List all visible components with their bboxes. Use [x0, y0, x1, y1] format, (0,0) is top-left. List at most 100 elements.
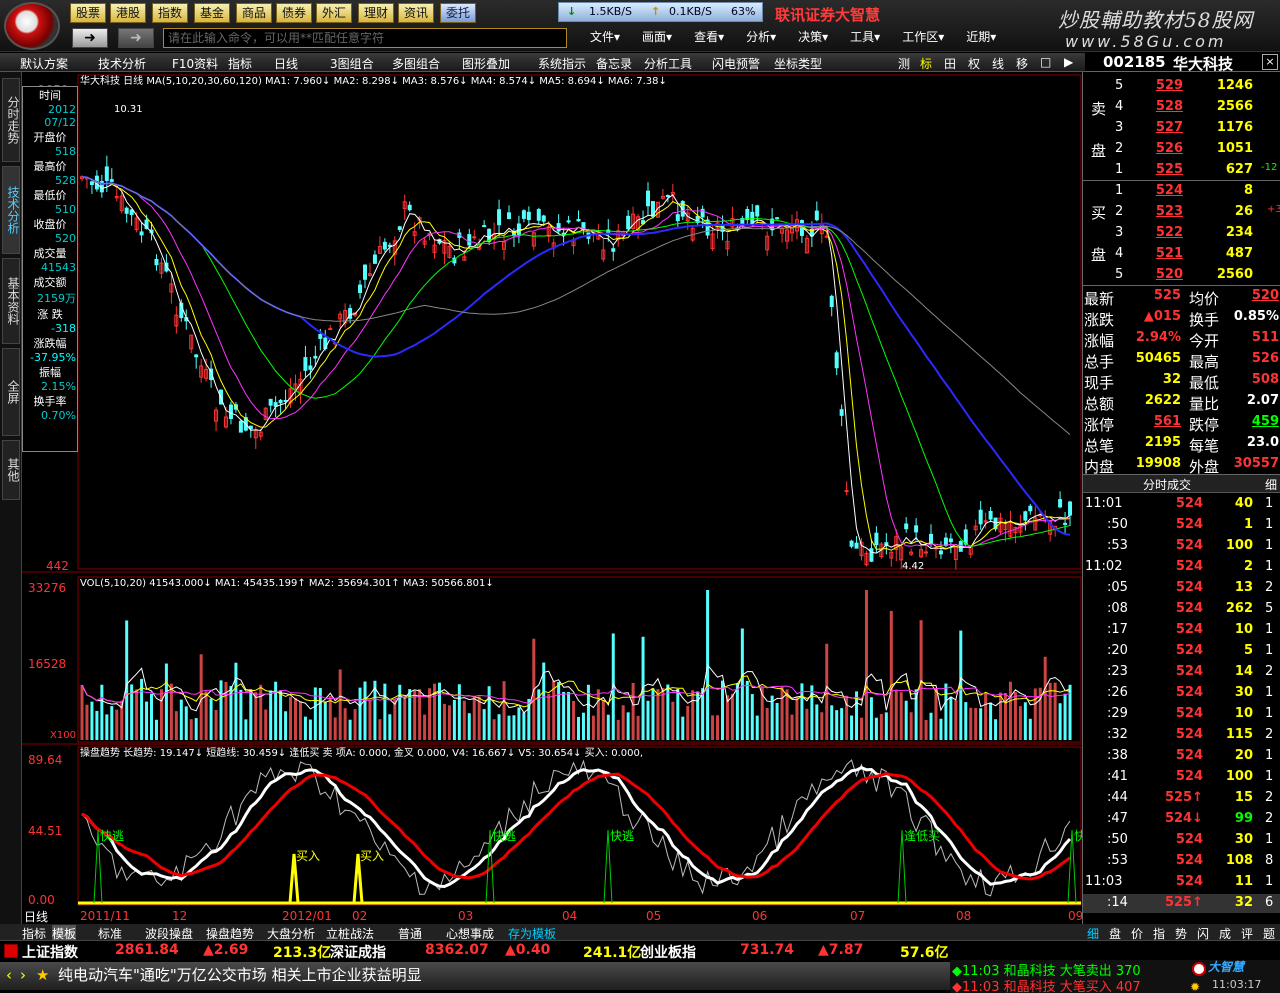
- function-item-6[interactable]: 多图组合: [392, 55, 440, 72]
- tick-vol-3: 2: [1243, 559, 1253, 574]
- sh-index-name[interactable]: 上证指数: [22, 942, 78, 962]
- chart-tool-icon-4[interactable]: 线: [992, 55, 1004, 72]
- function-item-4[interactable]: 日线: [274, 55, 298, 72]
- forward-button[interactable]: ➜: [118, 28, 154, 48]
- function-item-11[interactable]: 闪电预警: [712, 55, 760, 72]
- menu-item-7[interactable]: 近期▾: [966, 28, 996, 48]
- function-item-9[interactable]: 备忘录: [596, 55, 632, 72]
- chart-tool-icon-7[interactable]: ▶: [1064, 55, 1073, 69]
- chart-tool-icon-5[interactable]: 移: [1016, 55, 1028, 72]
- market-button-1[interactable]: 港股: [110, 3, 146, 23]
- tick-price-16: 524: [1175, 832, 1203, 847]
- function-item-5[interactable]: 3图组合: [330, 55, 374, 72]
- menu-item-2[interactable]: 查看▾: [694, 28, 724, 48]
- candle-body: [745, 209, 750, 220]
- left-tab-1[interactable]: 技术分析: [2, 166, 20, 254]
- sh-index-change: ▲2.69: [203, 942, 249, 958]
- volume-bar: [770, 695, 774, 740]
- tick-vol-16: 30: [1234, 832, 1253, 847]
- chart-tool-icon-2[interactable]: 田: [944, 55, 956, 72]
- left-tab-0[interactable]: 分时走势: [2, 78, 20, 162]
- ticker-next-icon[interactable]: ›: [20, 962, 26, 988]
- main-menu: 文件▾ 画面▾ 查看▾ 分析▾ 决策▾ 工具▾ 工作区▾ 近期▾: [590, 28, 1018, 48]
- volume-bar: [929, 712, 933, 740]
- buy-vol-1: 26: [1234, 204, 1253, 219]
- chart-area[interactable]: 华大科技 日线 MA(5,10,20,30,60,120) MA1: 7.960…: [22, 72, 1098, 927]
- candle-body: [755, 205, 760, 217]
- function-item-1[interactable]: 技术分析: [98, 55, 146, 72]
- kline-chart-svg[interactable]: 华大科技 日线 MA(5,10,20,30,60,120) MA1: 7.960…: [22, 72, 1098, 927]
- star-icon: ★: [36, 966, 50, 984]
- market-button-4[interactable]: 商品: [236, 3, 272, 23]
- sz-index-name[interactable]: 深证成指: [330, 942, 386, 962]
- alert-item-2[interactable]: ◆11:03 和晶科技 大笔买入 407: [952, 976, 1141, 993]
- chart-tool-icon-0[interactable]: 测: [898, 55, 910, 72]
- menu-item-5[interactable]: 工具▾: [850, 28, 880, 48]
- tick-count-4: 2: [1265, 580, 1274, 595]
- market-button-8[interactable]: 资讯: [398, 3, 434, 23]
- menu-item-6[interactable]: 工作区▾: [902, 28, 944, 48]
- candle-body: [929, 533, 934, 545]
- volume-bar: [840, 708, 844, 740]
- function-item-12[interactable]: 坐标类型: [774, 55, 822, 72]
- candle-body: [104, 166, 109, 181]
- buy-price-0: 524: [1155, 183, 1183, 198]
- app-logo-icon[interactable]: [4, 2, 60, 50]
- close-icon[interactable]: ×: [1262, 54, 1278, 70]
- volume-bar: [1028, 718, 1032, 740]
- market-button-0[interactable]: 股票: [70, 3, 106, 23]
- quote-label2-1: 换手: [1189, 311, 1220, 329]
- cy-index-amount: 57.6亿: [900, 945, 949, 961]
- settings-gear-icon[interactable]: ✹: [1190, 980, 1200, 993]
- news-ticker[interactable]: ‹ › ★ 纯电动汽车"通吃"万亿公交市场 相关上市企业获益明显: [0, 962, 950, 990]
- market-button-5[interactable]: 债券: [276, 3, 312, 23]
- left-tab-3[interactable]: 全屏: [2, 348, 20, 436]
- volume-bar: [606, 714, 610, 740]
- command-input[interactable]: 请在此输入命令，可以用**匹配任意字符: [163, 28, 567, 48]
- ticker-text[interactable]: 纯电动汽车"通吃"万亿公交市场 相关上市企业获益明显: [58, 962, 422, 988]
- sell-price-3: 526: [1155, 141, 1183, 156]
- back-button[interactable]: ➜: [72, 28, 108, 48]
- function-item-3[interactable]: 指标: [228, 55, 252, 72]
- info-value-6: 41543: [41, 261, 76, 274]
- market-button-3[interactable]: 基金: [194, 3, 230, 23]
- function-item-8[interactable]: 系统指示: [538, 55, 586, 72]
- quote-value-3: 50465: [1135, 351, 1181, 366]
- ticker-prev-icon[interactable]: ‹: [6, 962, 12, 988]
- market-button-7[interactable]: 理财: [358, 3, 394, 23]
- quote-value-0: 525: [1153, 288, 1181, 303]
- volume-bar: [869, 697, 873, 740]
- cy-index-name[interactable]: 创业板指: [640, 942, 696, 962]
- chart-tool-icon-6[interactable]: □: [1040, 55, 1051, 69]
- function-item-2[interactable]: F10资料: [172, 55, 218, 72]
- menu-item-3[interactable]: 分析▾: [746, 28, 776, 48]
- quote-value-7: 2195: [1144, 435, 1181, 450]
- market-button-9[interactable]: 委托: [440, 3, 476, 23]
- function-item-7[interactable]: 图形叠加: [462, 55, 510, 72]
- market-button-2[interactable]: 指数: [152, 3, 188, 23]
- chart-tool-icon-1[interactable]: 标: [920, 55, 932, 72]
- function-item-0[interactable]: 默认方案: [20, 55, 68, 72]
- candle-body: [1023, 511, 1028, 521]
- buy-price-2: 522: [1155, 225, 1183, 240]
- osc-short-trend-line: [81, 772, 1071, 881]
- left-tab-4[interactable]: 其他: [2, 440, 20, 500]
- tick-price-17: 524: [1175, 853, 1203, 868]
- market-button-6[interactable]: 外汇: [316, 3, 352, 23]
- quote-value2-6: 459: [1251, 414, 1279, 429]
- volume-bar: [323, 701, 327, 740]
- function-item-10[interactable]: 分析工具: [644, 55, 692, 72]
- volume-bar: [740, 628, 744, 740]
- menu-item-0[interactable]: 文件▾: [590, 28, 620, 48]
- left-tab-2[interactable]: 基本资料: [2, 258, 20, 344]
- alarm-icon[interactable]: [1192, 962, 1206, 976]
- volume-bar: [110, 706, 114, 740]
- candle-body: [372, 254, 377, 264]
- menu-item-4[interactable]: 决策▾: [798, 28, 828, 48]
- chart-tool-icon-3[interactable]: 权: [968, 55, 980, 72]
- clock: 11:03:17: [1212, 978, 1262, 991]
- volume-bar: [259, 684, 263, 740]
- tick-price-5: 524: [1175, 601, 1203, 616]
- menu-item-1[interactable]: 画面▾: [642, 28, 672, 48]
- date-label-5: 04: [562, 909, 577, 923]
